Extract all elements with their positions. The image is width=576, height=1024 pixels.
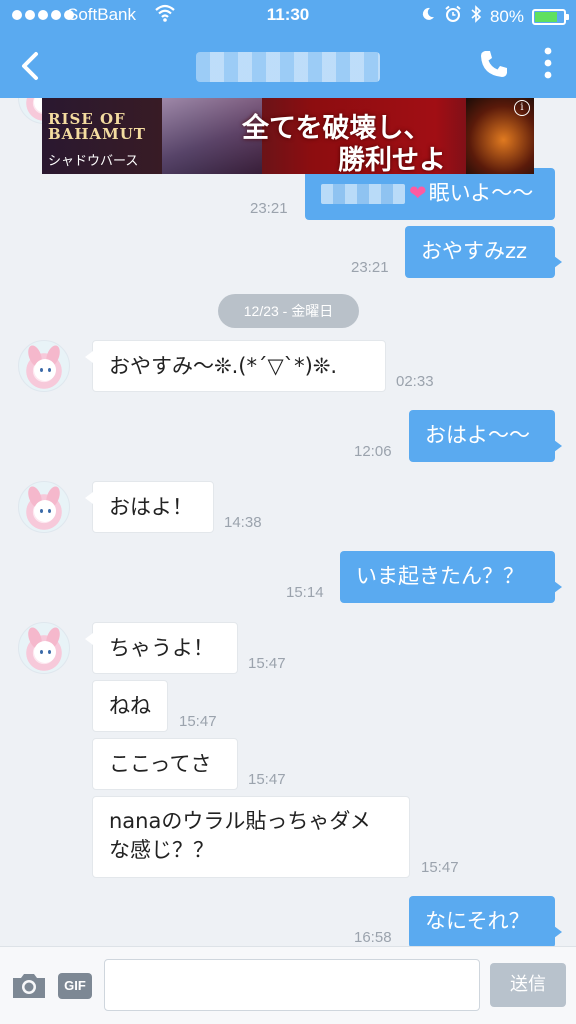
message-time: 23:21 [351, 259, 389, 276]
phone-icon [481, 51, 507, 77]
ad-banner[interactable]: RISE OF BAHAMUT シャドウバース 全てを破壊し、 勝利せよ i [42, 98, 534, 174]
chat-thread[interactable]: ❤眠いよ〜〜 23:21 おやすみzz 23:21 12/23 - 金曜日 おや… [0, 98, 576, 946]
message-bubble-out[interactable]: おやすみzz [405, 226, 562, 278]
status-right: 80% [420, 5, 569, 28]
message-time: 02:33 [396, 373, 434, 390]
avatar[interactable] [18, 340, 70, 392]
message-time: 15:47 [248, 771, 286, 788]
ad-subtitle: シャドウバース [48, 154, 139, 169]
back-button[interactable] [16, 48, 46, 84]
message-input-bar: GIF 送信 [0, 946, 576, 1024]
message-time: 15:47 [421, 859, 459, 876]
ad-logo: RISE OF BAHAMUT [48, 110, 146, 143]
message-bubble-out[interactable]: ❤眠いよ〜〜 [305, 168, 555, 220]
message-bubble-in[interactable]: ねね [92, 680, 168, 732]
battery-icon [532, 8, 569, 25]
camera-icon [13, 974, 45, 998]
message-bubble-in[interactable]: おやすみ〜❊.(*´▽`*)❊. [85, 340, 386, 392]
message-bubble-out[interactable]: なにそれ？ [409, 896, 562, 946]
battery-percent: 80% [489, 6, 524, 26]
message-time: 23:21 [250, 200, 288, 217]
alarm-icon [444, 5, 462, 28]
message-bubble-in[interactable]: ここってさ [92, 738, 238, 790]
message-bubble-out[interactable]: いま起きたん？？ [340, 551, 562, 603]
blurred-text [321, 184, 405, 204]
message-time: 14:38 [224, 514, 262, 531]
avatar[interactable] [18, 481, 70, 533]
ad-copy-line2: 勝利せよ [338, 145, 446, 174]
call-button[interactable] [478, 48, 510, 80]
message-time: 12:06 [354, 443, 392, 460]
more-menu-button[interactable] [538, 46, 558, 80]
status-bar: SoftBank 11:30 80% [0, 0, 576, 32]
moon-icon [420, 6, 436, 27]
message-time: 15:47 [248, 655, 286, 672]
bluetooth-icon [470, 5, 482, 28]
gif-button[interactable]: GIF [58, 973, 92, 999]
message-input[interactable] [104, 959, 480, 1011]
more-vertical-icon [544, 47, 552, 79]
date-separator: 12/23 - 金曜日 [218, 294, 359, 328]
contact-name-blurred[interactable] [196, 52, 380, 82]
avatar[interactable] [18, 622, 70, 674]
message-bubble-in[interactable]: おはよ！ [85, 481, 214, 533]
heart-icon: ❤ [409, 181, 427, 205]
camera-button[interactable] [10, 971, 48, 1001]
message-time: 16:58 [354, 929, 392, 946]
chevron-left-icon [22, 52, 38, 80]
message-bubble-out[interactable]: おはよ〜〜 [409, 410, 562, 462]
message-bubble-in[interactable]: nanaのウラル貼っちゃダメ な感じ？？ [92, 796, 410, 878]
message-time: 15:47 [179, 713, 217, 730]
message-time: 15:14 [286, 584, 324, 601]
ad-info-icon[interactable]: i [514, 100, 530, 116]
top-bar: SoftBank 11:30 80% [0, 0, 576, 98]
message-bubble-in[interactable]: ちゃうよ！ [85, 622, 238, 674]
send-button[interactable]: 送信 [490, 963, 566, 1007]
